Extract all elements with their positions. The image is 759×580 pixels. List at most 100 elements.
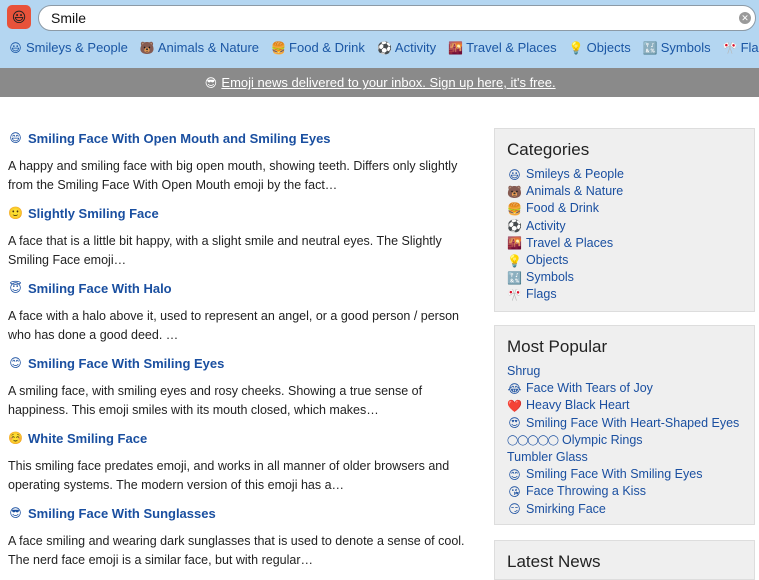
nav-label: Smileys & People xyxy=(26,40,128,55)
kiss-face-icon: 😘 xyxy=(508,485,521,500)
popular-smirking-face[interactable]: 😏 Smirking Face xyxy=(507,501,742,518)
nav-label: Animals & Nature xyxy=(157,40,260,55)
soccer-ball-icon: ⚽ xyxy=(376,40,392,55)
latest-news-heading: Latest News xyxy=(507,552,601,571)
clear-search-icon[interactable]: ✕ xyxy=(739,12,751,24)
popular-heart-eyes[interactable]: 😍 Smiling Face With Heart-Shaped Eyes xyxy=(507,415,742,432)
category-smileys-people[interactable]: 😃 Smileys & People xyxy=(507,166,742,183)
result-title-link[interactable]: 😇 Smiling Face With Halo xyxy=(8,279,478,297)
nav-food-drink[interactable]: 🍔 Food & Drink xyxy=(271,40,365,55)
category-objects[interactable]: 💡 Objects xyxy=(507,252,742,269)
flags-icon: 🎌 xyxy=(507,288,522,303)
nav-symbols[interactable]: 🔣 Symbols xyxy=(643,40,711,55)
popular-label: Smiling Face With Smiling Eyes xyxy=(526,467,703,482)
result-item: 😇 Smiling Face With Halo A face with a ha… xyxy=(8,279,478,345)
category-flags[interactable]: 🎌 Flags xyxy=(507,286,742,303)
result-item: ☺️ White Smiling Face This smiling face p… xyxy=(8,429,478,495)
nav-label: Symbols xyxy=(660,40,711,55)
result-description: A happy and smiling face with big open m… xyxy=(8,159,458,192)
nav-travel-places[interactable]: 🌇 Travel & Places xyxy=(448,40,557,55)
category-label: Animals & Nature xyxy=(526,184,624,199)
category-animals-nature[interactable]: 🐻 Animals & Nature xyxy=(507,183,742,200)
category-label: Symbols xyxy=(526,270,574,285)
nav-flags[interactable]: 🎌Flags xyxy=(723,40,759,55)
search-input[interactable] xyxy=(38,5,756,31)
result-description: A face that is a little bit happy, with … xyxy=(8,234,442,267)
sunglasses-face-icon: 😎 xyxy=(204,75,218,90)
popular-label: Face With Tears of Joy xyxy=(526,381,653,396)
nav-label: Travel & Places xyxy=(466,40,557,55)
categories-heading: Categories xyxy=(507,140,590,159)
newsletter-signup-link[interactable]: Emoji news delivered to your inbox. Sign… xyxy=(221,75,555,90)
burger-icon: 🍔 xyxy=(271,40,287,55)
category-food-drink[interactable]: 🍔 Food & Drink xyxy=(507,200,742,217)
smiley-icon: 😃 xyxy=(508,167,521,182)
popular-tears-of-joy[interactable]: 😂 Face With Tears of Joy xyxy=(507,380,742,397)
result-title-link[interactable]: 😎 Smiling Face With Sunglasses xyxy=(8,504,478,522)
category-label: Objects xyxy=(526,253,569,268)
bear-icon: 🐻 xyxy=(139,40,155,55)
nav-smileys-people[interactable]: 😃 Smileys & People xyxy=(8,40,128,55)
nav-label: Flags xyxy=(740,40,759,55)
category-label: Travel & Places xyxy=(526,235,614,250)
category-label: Activity xyxy=(526,218,566,233)
popular-label: Tumbler Glass xyxy=(507,450,588,465)
result-title-link[interactable]: 😄 Smiling Face With Open Mouth and Smilin… xyxy=(8,129,478,147)
nav-activity[interactable]: ⚽ Activity xyxy=(377,40,436,55)
result-title-link[interactable]: ☺️ White Smiling Face xyxy=(8,429,478,447)
latest-news-panel: Latest News xyxy=(494,540,755,580)
symbols-icon: 🔣 xyxy=(642,40,658,55)
category-symbols[interactable]: 🔣 Symbols xyxy=(507,269,742,286)
nav-label: Activity xyxy=(394,40,437,55)
popular-label: Olympic Rings xyxy=(561,432,643,447)
emojipedia-logo-icon[interactable]: 😃 xyxy=(7,5,31,29)
result-description: A face with a halo above it, used to rep… xyxy=(8,309,459,342)
nav-objects[interactable]: 💡 Objects xyxy=(569,40,631,55)
result-title-text: Smiling Face With Halo xyxy=(28,280,172,296)
lightbulb-icon: 💡 xyxy=(507,253,522,268)
bear-icon: 🐻 xyxy=(507,184,522,199)
popular-heavy-black-heart[interactable]: ❤️ Heavy Black Heart xyxy=(507,397,742,414)
nav-label: Food & Drink xyxy=(289,40,365,55)
tears-of-joy-icon: 😂 xyxy=(507,381,522,396)
flags-icon: 🎌 xyxy=(722,40,738,55)
smiling-eyes-icon: 😊 xyxy=(9,356,22,370)
result-title-link[interactable]: 🙂 Slightly Smiling Face xyxy=(8,204,478,222)
top-bar: 😃 ✕ 😃 Smileys & People 🐻Animals & Nature … xyxy=(0,0,759,68)
popular-shrug[interactable]: Shrug xyxy=(507,363,742,380)
popular-tumbler-glass[interactable]: Tumbler Glass xyxy=(507,449,742,466)
nav-animals-nature[interactable]: 🐻 Animals & Nature xyxy=(140,40,259,55)
olympic-rings-icon: ◯◯◯◯◯ xyxy=(507,434,559,446)
popular-smiling-eyes[interactable]: 😊 Smiling Face With Smiling Eyes xyxy=(507,466,742,483)
smiling-eyes-icon: 😊 xyxy=(508,467,521,482)
result-title-text: Smiling Face With Open Mouth and Smiling… xyxy=(28,130,331,146)
category-travel-places[interactable]: 🌇 Travel & Places xyxy=(507,235,742,252)
category-label: Food & Drink xyxy=(526,201,599,216)
nav-label: Objects xyxy=(586,40,631,55)
popular-face-throwing-kiss[interactable]: 😘 Face Throwing a Kiss xyxy=(507,483,742,500)
white-smiling-face-icon: ☺️ xyxy=(8,431,23,445)
red-heart-icon: ❤️ xyxy=(507,399,522,413)
result-item: 🙂 Slightly Smiling Face A face that is a … xyxy=(8,204,478,270)
newsletter-banner: 😎 Emoji news delivered to your inbox. Si… xyxy=(0,68,759,97)
result-title-text: Smiling Face With Sunglasses xyxy=(28,505,216,521)
category-label: Flags xyxy=(526,287,557,302)
result-description: A face smiling and wearing dark sunglass… xyxy=(8,534,465,567)
sunglasses-face-icon: 😎 xyxy=(9,506,22,520)
popular-label: Face Throwing a Kiss xyxy=(526,484,646,499)
sunset-icon: 🌇 xyxy=(448,40,464,55)
categories-list: 😃 Smileys & People 🐻 Animals & Nature 🍔 Foo… xyxy=(507,166,742,304)
popular-label: Smiling Face With Heart-Shaped Eyes xyxy=(526,415,740,430)
category-activity[interactable]: ⚽ Activity xyxy=(507,218,742,235)
soccer-ball-icon: ⚽ xyxy=(507,219,522,234)
slightly-smiling-icon: 🙂 xyxy=(8,206,23,220)
lightbulb-icon: 💡 xyxy=(568,40,584,55)
result-title-link[interactable]: 😊 Smiling Face With Smiling Eyes xyxy=(8,354,478,372)
popular-olympic-rings[interactable]: ◯◯◯◯◯ Olympic Rings xyxy=(507,432,742,449)
result-item: 😄 Smiling Face With Open Mouth and Smilin… xyxy=(8,129,478,195)
category-label: Smileys & People xyxy=(526,167,624,181)
sunset-icon: 🌇 xyxy=(507,236,522,251)
result-description: A smiling face, with smiling eyes and ro… xyxy=(8,384,423,417)
result-description: This smiling face predates emoji, and wo… xyxy=(8,459,450,492)
most-popular-panel: Most Popular Shrug 😂 Face With Tears of J… xyxy=(494,325,755,525)
